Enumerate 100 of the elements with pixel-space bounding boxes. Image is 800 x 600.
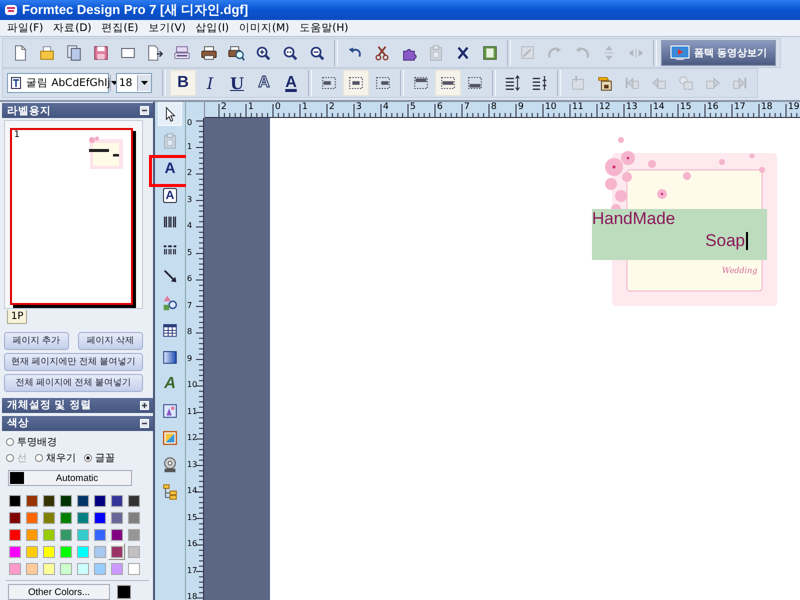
- color-swatch[interactable]: [74, 543, 91, 560]
- color-swatch[interactable]: [125, 526, 142, 544]
- color-swatch[interactable]: [74, 560, 91, 578]
- align-right-icon: [374, 74, 392, 92]
- panel-header[interactable]: 개체설정 및 정렬: [2, 398, 153, 413]
- radio-option[interactable]: 글꼴: [84, 451, 115, 466]
- color-swatch[interactable]: [6, 509, 23, 526]
- ruler-number: 14: [653, 102, 664, 112]
- color-swatch[interactable]: [23, 560, 40, 578]
- page-tab[interactable]: 1P: [7, 310, 28, 324]
- ruler-number: 10: [545, 102, 556, 112]
- ruler-number: 7: [187, 302, 192, 310]
- align-middle-button[interactable]: [435, 70, 461, 96]
- color-swatch[interactable]: [74, 509, 91, 526]
- color-swatch[interactable]: [57, 543, 74, 560]
- add-page-button[interactable]: 페이지 추가: [4, 332, 69, 350]
- radio-option[interactable]: 채우기: [35, 451, 76, 466]
- color-swatch[interactable]: [108, 492, 125, 510]
- color-swatch[interactable]: [6, 560, 23, 578]
- color-swatch[interactable]: [125, 560, 142, 578]
- color-swatch[interactable]: [74, 492, 91, 510]
- menu-item[interactable]: 삽입(I): [190, 21, 234, 35]
- frame-icon: [481, 44, 499, 62]
- color-swatch[interactable]: [23, 492, 40, 510]
- automatic-color-button[interactable]: Automatic: [8, 470, 132, 486]
- color-swatch[interactable]: [57, 509, 74, 526]
- color-swatch[interactable]: [91, 492, 108, 510]
- color-swatch[interactable]: [23, 526, 40, 544]
- color-swatch[interactable]: [125, 509, 142, 526]
- color-swatch[interactable]: [91, 560, 108, 578]
- color-swatch[interactable]: [23, 509, 40, 526]
- page-arrow-icon: [146, 44, 164, 62]
- zoom-fit-icon: [281, 44, 299, 62]
- ruler-number: 8: [491, 102, 497, 112]
- format-button[interactable]: I: [197, 70, 223, 96]
- ruler-number: 2: [221, 102, 227, 112]
- other-colors-button[interactable]: Other Colors...: [8, 584, 110, 600]
- word-art-tool-button[interactable]: A: [158, 372, 182, 396]
- text-box[interactable]: HandMade Soap: [592, 209, 767, 260]
- line-spacing-icon: [504, 74, 522, 92]
- color-swatch[interactable]: [40, 509, 57, 526]
- color-swatch[interactable]: [57, 560, 74, 578]
- color-swatch[interactable]: [108, 526, 125, 544]
- format-button[interactable]: B: [170, 70, 196, 96]
- menu-item[interactable]: 파일(F): [2, 21, 48, 35]
- color-swatch[interactable]: [23, 543, 40, 560]
- paste-current-page-button[interactable]: 현재 페이지에만 전체 붙여넣기: [4, 352, 143, 371]
- color-swatch[interactable]: [40, 492, 57, 510]
- color-swatch[interactable]: [6, 492, 23, 510]
- color-swatch[interactable]: [91, 526, 108, 544]
- ruler-number: 1: [248, 102, 254, 112]
- ruler-number: 5: [187, 248, 192, 256]
- panel-title: 라벨용지: [7, 104, 51, 118]
- format-button[interactable]: A: [278, 70, 304, 96]
- color-swatch[interactable]: [108, 543, 125, 560]
- color-swatch[interactable]: [108, 509, 125, 526]
- ruler-number: 15: [187, 514, 198, 522]
- color-swatch[interactable]: [6, 543, 23, 560]
- collapse-icon[interactable]: [140, 106, 149, 116]
- color-swatch[interactable]: [57, 492, 74, 510]
- color-swatch[interactable]: [6, 526, 23, 544]
- boxed-text-tool-button[interactable]: A: [158, 183, 182, 207]
- video-button[interactable]: 폼텍 동영상보기: [661, 40, 776, 66]
- color-swatch[interactable]: [40, 560, 57, 578]
- picture-icon: [161, 429, 179, 447]
- text-tool-tool-button[interactable]: A: [158, 156, 182, 180]
- align-center-button[interactable]: [343, 70, 369, 96]
- panel-header[interactable]: 색상: [2, 416, 153, 432]
- scissors-icon: [373, 44, 391, 62]
- menu-item[interactable]: 보기(V): [143, 21, 191, 35]
- ruler-number: 16: [187, 540, 198, 548]
- ruler-number: 2: [187, 169, 192, 177]
- color-swatch[interactable]: [91, 543, 108, 560]
- expand-icon[interactable]: [140, 400, 149, 410]
- paste-all-pages-button[interactable]: 전체 페이지에 전체 붙여넣기: [4, 374, 143, 392]
- color-swatch[interactable]: [125, 543, 142, 560]
- ruler-number: 1: [187, 142, 192, 150]
- panel-header[interactable]: 라벨용지: [2, 103, 153, 118]
- color-swatch[interactable]: [40, 543, 57, 560]
- collapse-icon[interactable]: [140, 418, 149, 428]
- pointer-tool-button[interactable]: [158, 102, 182, 126]
- ruler-number: 9: [187, 354, 192, 362]
- format-button[interactable]: U: [224, 70, 250, 96]
- page-thumbnail[interactable]: 1: [10, 128, 133, 306]
- color-swatch[interactable]: [40, 526, 57, 544]
- label-thumbnail-drawing: [88, 136, 124, 170]
- radio-option[interactable]: 투명배경: [6, 435, 149, 450]
- menu-item[interactable]: 편집(E): [96, 21, 144, 35]
- gradient-icon: [161, 348, 179, 366]
- ruler-number: 6: [187, 275, 192, 283]
- menu-item[interactable]: 이미지(M): [234, 21, 294, 35]
- color-swatch[interactable]: [57, 526, 74, 544]
- delete-page-button[interactable]: 페이지 삭제: [78, 332, 143, 350]
- color-swatch[interactable]: [125, 492, 142, 510]
- font-size-dropdown[interactable]: 18: [116, 73, 152, 93]
- color-swatch[interactable]: [108, 560, 125, 578]
- color-swatch[interactable]: [91, 509, 108, 526]
- menu-item[interactable]: 도움말(H): [294, 21, 354, 35]
- color-swatch[interactable]: [74, 526, 91, 544]
- menu-item[interactable]: 자료(D): [48, 21, 97, 35]
